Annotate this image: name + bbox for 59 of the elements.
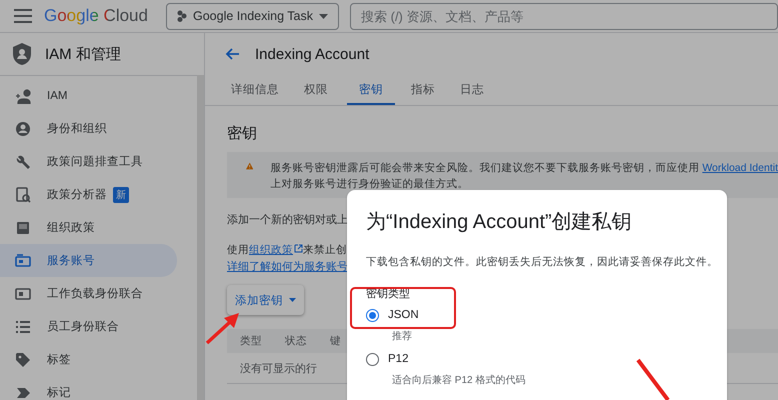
sidebar-item[interactable]: 标签 xyxy=(0,343,177,376)
id-card-icon xyxy=(15,252,31,268)
caret-icon xyxy=(289,298,296,302)
scrollbar[interactable] xyxy=(197,75,204,400)
sidebar-item[interactable]: 身份和组织 xyxy=(0,112,177,145)
document-icon xyxy=(15,220,31,236)
sidebar-item[interactable]: 政策问题排查工具 xyxy=(0,145,177,178)
sidebar-item[interactable]: IAM xyxy=(0,79,177,112)
search-field[interactable]: 搜索 (/) 资源、文档、产品等 xyxy=(350,2,778,30)
dots-icon xyxy=(177,10,187,22)
radio-button[interactable] xyxy=(366,308,379,322)
tab[interactable]: 权限 xyxy=(298,75,347,105)
tab[interactable]: 日志 xyxy=(454,75,503,105)
column-header: 类型 xyxy=(239,334,263,348)
column-header: 状态 xyxy=(284,334,308,348)
shield-icon xyxy=(12,42,32,66)
dialog-description: 下载包含私钥的文件。此密钥丢失后无法恢复，因此请妥善保存此文件。 xyxy=(366,255,719,269)
option-hint: 推荐 xyxy=(392,330,413,343)
sidebar-item[interactable]: 政策分析器 新 xyxy=(0,178,177,211)
analyzer-icon xyxy=(15,186,31,202)
radio-button[interactable] xyxy=(366,352,379,366)
sidebar-item[interactable]: 工作负载身份联合 xyxy=(0,277,177,310)
workload-identity-link[interactable]: Workload Identit xyxy=(702,162,778,174)
empty-table-message: 没有可显示的行 xyxy=(240,362,317,376)
annotation-arrow xyxy=(206,313,239,344)
sidebar-title: IAM 和管理 xyxy=(45,44,121,64)
sidebar-item[interactable]: 组织政策 xyxy=(0,211,177,244)
account-circle-icon xyxy=(15,120,31,136)
add-key-button[interactable]: 添加密钥 xyxy=(227,285,304,315)
caret-icon xyxy=(319,14,328,18)
option-hint: 适合向后兼容 P12 格式的代码 xyxy=(392,374,526,387)
page-title: Indexing Account xyxy=(255,46,370,62)
section-title: 密钥 xyxy=(227,124,258,143)
column-header: 键 xyxy=(329,334,342,348)
warning-text: 服务账号密钥泄露后可能会带来安全风险。我们建议您不要下载服务账号密钥，而应使用 Workload Identit 上对服务账号进行身份验证的最佳方式。 xyxy=(270,161,778,192)
option-label: JSON xyxy=(388,309,419,321)
tab[interactable]: 密钥 xyxy=(347,75,395,105)
sidebar-item[interactable]: 员工身份联合 xyxy=(0,310,177,343)
list-icon xyxy=(15,318,31,334)
menu-icon xyxy=(14,9,32,23)
wrench-icon xyxy=(15,154,31,170)
warning-icon xyxy=(246,160,254,172)
person-add-icon xyxy=(15,88,31,104)
option-label: P12 xyxy=(388,353,408,365)
tag-icon xyxy=(15,352,31,368)
sidebar-item[interactable]: 服务账号 xyxy=(0,244,177,277)
sidebar-item[interactable]: 标记 xyxy=(0,376,177,400)
tab[interactable]: 详细信息 xyxy=(225,75,298,105)
external-link-icon xyxy=(294,244,303,253)
new-badge: 新 xyxy=(113,186,129,202)
org-policy-link[interactable]: 组织政策 xyxy=(249,244,293,256)
back-arrow-icon xyxy=(225,48,239,60)
project-selector[interactable]: Google Indexing Task xyxy=(166,2,339,30)
tab[interactable]: 指标 xyxy=(405,75,454,105)
dialog-title: 为“Indexing Account”创建私钥 xyxy=(366,210,633,235)
learn-more-link[interactable]: 详细了解如何为服务账号 xyxy=(227,261,348,273)
policy-text: 使用组织政策 来禁止创 xyxy=(227,243,347,258)
card-icon xyxy=(15,286,31,302)
intro-text: 添加一个新的密钥对或上 xyxy=(227,212,348,228)
